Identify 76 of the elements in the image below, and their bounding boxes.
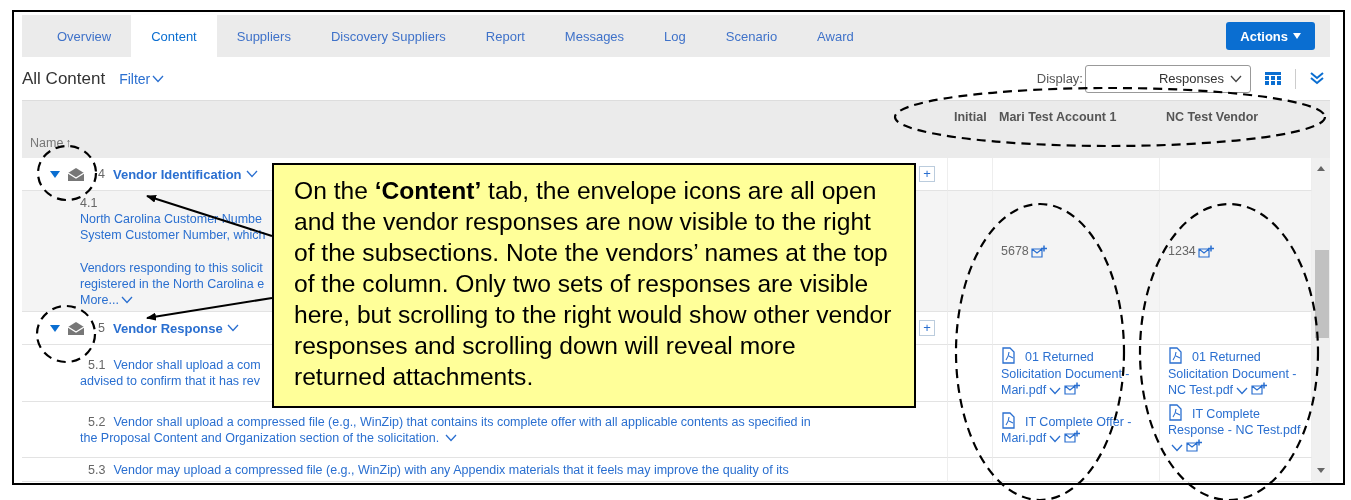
question-number: 5.1: [88, 357, 106, 374]
column-header[interactable]: Name: [30, 136, 64, 150]
chevron-down-icon[interactable]: [445, 433, 458, 442]
question-text[interactable]: Vendor may upload a compressed file (e.g., WinZip) with any Appendix materials that it feels may improve the quality of its: [113, 462, 789, 478]
section-number: 4: [98, 167, 105, 181]
tab[interactable]: Report: [465, 15, 545, 57]
caret-down-icon: [1293, 33, 1301, 39]
tab[interactable]: Messages: [544, 15, 645, 57]
open-envelope-icon[interactable]: [68, 167, 84, 181]
reply-envelope-icon[interactable]: [1064, 430, 1082, 444]
tab[interactable]: Log: [644, 15, 706, 57]
pdf-file-icon: [1001, 347, 1017, 364]
tab[interactable]: Scenario: [705, 15, 798, 57]
pdf-file-icon: [1168, 347, 1184, 364]
actions-button[interactable]: Actions: [1226, 22, 1315, 50]
question-text[interactable]: advised to confirm that it has rev: [80, 373, 261, 390]
collapse-triangle-icon[interactable]: [50, 169, 60, 179]
attachment-link[interactable]: 01 Returned Solicitation Document - NC Test.pdf: [1168, 347, 1303, 399]
response-value: 5678: [1001, 242, 1029, 260]
question-number: 4.1: [80, 196, 98, 210]
chevron-down-icon: [1230, 74, 1242, 83]
scrollbar-thumb[interactable]: [1315, 250, 1329, 338]
double-chevron-down-icon[interactable]: [1310, 72, 1324, 85]
response-value: 1234: [1168, 242, 1196, 260]
open-envelope-icon[interactable]: [68, 321, 84, 335]
tab[interactable]: Award: [797, 15, 874, 57]
chevron-down-icon[interactable]: [1236, 387, 1249, 395]
reply-envelope-icon[interactable]: [1064, 382, 1082, 395]
question-number: 5.3: [88, 462, 106, 478]
section-title[interactable]: Vendor Identification: [112, 166, 242, 182]
chevron-down-icon[interactable]: [226, 324, 239, 332]
attachment-link[interactable]: IT Complete Response - NC Test.pdf: [1168, 403, 1303, 455]
column-header: Initial: [954, 110, 987, 124]
chevron-down-icon[interactable]: [1171, 443, 1183, 452]
filter-link[interactable]: Filter: [119, 70, 151, 87]
question-text[interactable]: North Carolina Customer Numbe: [80, 211, 266, 227]
display-dropdown[interactable]: Responses: [1085, 64, 1251, 93]
display-label: Display:: [1036, 71, 1083, 86]
pdf-file-icon: [1001, 411, 1017, 429]
tab[interactable]: Content: [131, 15, 217, 57]
column-header: Mari Test Account 1: [999, 110, 1117, 124]
question-text[interactable]: the Proposal Content and Organization section of the solicitation.: [80, 429, 440, 446]
page-title: All Content: [22, 68, 106, 89]
scroll-down-icon[interactable]: [1317, 468, 1325, 473]
chevron-down-icon[interactable]: [245, 170, 258, 178]
reply-envelope-icon[interactable]: [1186, 438, 1203, 452]
chevron-down-icon[interactable]: [152, 74, 165, 83]
collapse-triangle-icon[interactable]: [50, 323, 60, 333]
question-number: 5.2: [88, 413, 106, 430]
question-text[interactable]: registered in the North Carolina e: [80, 276, 266, 292]
attachment-link[interactable]: 01 Returned Solicitation Document - Mari.pdf: [1001, 347, 1151, 399]
add-button[interactable]: +: [919, 166, 935, 182]
table-view-icon[interactable]: [1265, 72, 1281, 85]
chevron-down-icon[interactable]: [1049, 387, 1062, 395]
question-text[interactable]: Vendors responding to this solicit: [80, 260, 266, 276]
column-header: NC Test Vendor: [1166, 110, 1259, 124]
reply-envelope-icon[interactable]: [1197, 244, 1215, 258]
question-text[interactable]: Vendor shall upload a com: [113, 357, 261, 374]
chevron-down-icon[interactable]: [120, 296, 133, 304]
section-title[interactable]: Vendor Response: [112, 320, 223, 336]
scroll-up-icon[interactable]: [1317, 166, 1325, 171]
attachment-link[interactable]: IT Complete Offer - Mari.pdf: [1001, 411, 1151, 447]
reply-envelope-icon[interactable]: [1251, 382, 1269, 395]
more-link[interactable]: More...: [80, 292, 119, 308]
add-button[interactable]: +: [919, 320, 935, 336]
tab[interactable]: Overview: [37, 15, 132, 57]
annotation-callout: On the ‘Content’ tab, the envelope icons are all open and the vendor responses are now visible to the right of the subsections. Note the vendors’ names at the top of the column. Only two sets of responses are visible here, but scrolling to the right would show other vendor responses and scrolling down will reveal more returned attachments.: [272, 163, 916, 408]
question-text[interactable]: Vendor shall upload a compressed file (e.g., WinZip) that contains its complete offer with all applicable contents as specified in: [113, 413, 811, 430]
tab[interactable]: Suppliers: [216, 15, 311, 57]
chevron-down-icon[interactable]: [1049, 435, 1062, 444]
tab[interactable]: Discovery Suppliers: [310, 15, 466, 57]
reply-envelope-icon[interactable]: [1030, 244, 1048, 258]
pdf-file-icon: [1168, 403, 1184, 421]
vertical-scrollbar[interactable]: [1312, 158, 1330, 483]
sort-indicator[interactable]: ↑: [65, 136, 72, 150]
section-number: 5: [98, 321, 105, 335]
